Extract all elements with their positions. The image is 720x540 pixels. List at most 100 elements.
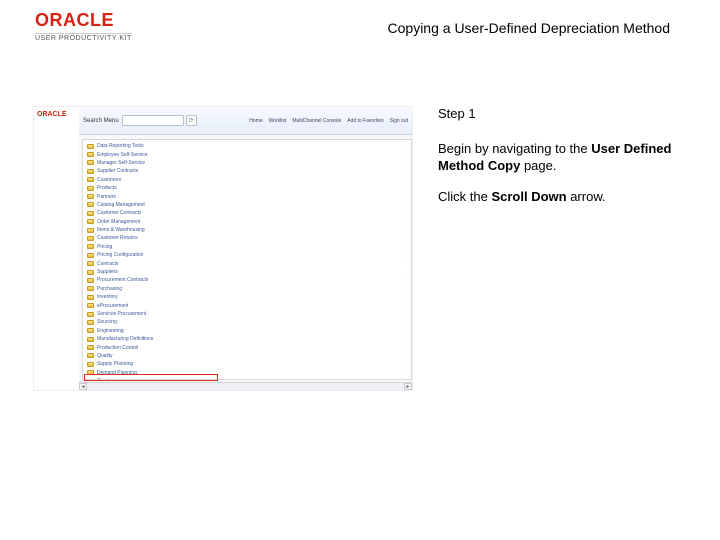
nav-tree-item-label: Products	[97, 185, 117, 191]
nav-tree-item[interactable]: Manager Self-Service·	[83, 159, 411, 167]
expand-icon[interactable]: ·	[400, 194, 401, 199]
folder-icon	[87, 261, 94, 266]
folder-icon	[87, 186, 94, 191]
folder-icon	[87, 211, 94, 216]
expand-icon[interactable]: ·	[400, 202, 401, 207]
expand-icon[interactable]: ·	[400, 362, 401, 367]
link-mcc[interactable]: MultiChannel Console	[292, 118, 341, 124]
expand-icon[interactable]: ·	[400, 244, 401, 249]
folder-icon	[87, 312, 94, 317]
expand-icon[interactable]: ·	[400, 211, 401, 216]
nav-tree-item-label: Manufacturing Definitions	[97, 336, 153, 342]
folder-icon	[87, 303, 94, 308]
nav-tree-item[interactable]: Customer Returns·	[83, 234, 411, 242]
folder-icon	[87, 320, 94, 325]
expand-icon[interactable]: ·	[400, 169, 401, 174]
expand-icon[interactable]: ·	[400, 219, 401, 224]
scroll-left-button[interactable]: ◄	[79, 383, 87, 390]
nav-tree-item[interactable]: Employee Self-Service·	[83, 150, 411, 158]
nav-tree-item[interactable]: Customer Contracts ·	[83, 209, 411, 217]
expand-icon[interactable]: ·	[400, 337, 401, 342]
link-worklist[interactable]: Worklist	[269, 118, 287, 124]
nav-tree-item-label: eProcurement	[97, 303, 128, 309]
folder-icon	[87, 253, 94, 258]
expand-icon[interactable]: ·	[400, 328, 401, 333]
folder-icon	[87, 286, 94, 291]
nav-tree-item[interactable]: Services Procurement·	[83, 310, 411, 318]
expand-icon[interactable]: ·	[400, 160, 401, 165]
link-signout[interactable]: Sign out	[390, 118, 408, 124]
nav-tree-item[interactable]: Order Management·	[83, 218, 411, 226]
search-go-button[interactable]: ⟳	[186, 115, 197, 126]
nav-toolbar: Search Menu ⟳ Home Worklist MultiChannel…	[79, 107, 412, 135]
expand-icon[interactable]: ·	[400, 177, 401, 182]
nav-tree-item[interactable]: Suppliers·	[83, 268, 411, 276]
nav-tree-item[interactable]: Partners·	[83, 192, 411, 200]
folder-icon	[87, 353, 94, 358]
expand-icon[interactable]: ·	[400, 186, 401, 191]
expand-icon[interactable]: ·	[400, 261, 401, 266]
nav-tree-item-label: Customer Contracts	[97, 210, 141, 216]
expand-icon[interactable]: ·	[400, 270, 401, 275]
folder-icon	[87, 144, 94, 149]
nav-tree-item-label: Supplier Contracts	[97, 168, 138, 174]
nav-tree-item[interactable]: Customers·	[83, 176, 411, 184]
nav-tree-item[interactable]: Procurement Contracts·	[83, 276, 411, 284]
nav-tree-item-label: Engineering	[97, 328, 124, 334]
instruction-line-1: Begin by navigating to the User Defined …	[438, 141, 680, 175]
nav-tree-item-label: Data Reporting Tools	[97, 143, 144, 149]
expand-icon[interactable]: ·	[400, 353, 401, 358]
search-input[interactable]	[122, 115, 184, 126]
nav-tree-item[interactable]: Manufacturing Definitions ·	[83, 335, 411, 343]
expand-icon[interactable]: ·	[400, 278, 401, 283]
nav-tree-item[interactable]: Supplier Contracts ·	[83, 167, 411, 175]
folder-icon	[87, 169, 94, 174]
expand-icon[interactable]: ·	[400, 236, 401, 241]
expand-icon[interactable]: ·	[400, 312, 401, 317]
expand-icon[interactable]: ·	[400, 253, 401, 258]
folder-icon	[87, 278, 94, 283]
nav-tree-item[interactable]: Supply Planning·	[83, 360, 411, 368]
nav-tree-item[interactable]: Data Reporting Tools ·	[83, 142, 411, 150]
folder-icon	[87, 160, 94, 165]
nav-tree-item[interactable]: Inventory·	[83, 293, 411, 301]
nav-tree-item[interactable]: Contracts ·	[83, 259, 411, 267]
nav-tree-item[interactable]: Pricing ·	[83, 243, 411, 251]
brand-block: ORACLE USER PRODUCTIVITY KIT	[35, 10, 132, 42]
expand-icon[interactable]: ·	[400, 345, 401, 350]
nav-tree-item[interactable]: eProcurement ·	[83, 301, 411, 309]
scroll-right-button[interactable]: ►	[404, 383, 412, 390]
step-label: Step 1	[438, 106, 680, 123]
expand-icon[interactable]: ·	[400, 228, 401, 233]
nav-tree-item[interactable]: Purchasing ·	[83, 285, 411, 293]
nav-tree-item-label: Sourcing	[97, 319, 117, 325]
link-fav[interactable]: Add to Favorites	[347, 118, 383, 124]
nav-tree[interactable]: Data Reporting Tools · Employee Self-Servi…	[82, 139, 412, 380]
nav-tree-item-label: Quality	[97, 353, 113, 359]
expand-icon[interactable]: ·	[400, 144, 401, 149]
expand-icon[interactable]: ·	[400, 320, 401, 325]
folder-icon	[87, 152, 94, 157]
nav-tree-item-label: Pricing	[97, 244, 112, 250]
link-home[interactable]: Home	[249, 118, 262, 124]
expand-icon[interactable]: ·	[400, 370, 401, 375]
folder-icon	[87, 228, 94, 233]
nav-tree-item[interactable]: Products ·	[83, 184, 411, 192]
header-links: Home Worklist MultiChannel Console Add t…	[249, 118, 408, 124]
nav-tree-item-label: Purchasing	[97, 286, 122, 292]
nav-tree-item[interactable]: Catalog Management·	[83, 201, 411, 209]
expand-icon[interactable]: ·	[400, 152, 401, 157]
mini-oracle-logo: ORACLE	[37, 111, 67, 118]
expand-icon[interactable]: ·	[400, 303, 401, 308]
nav-tree-item[interactable]: Sourcing ·	[83, 318, 411, 326]
nav-tree-item[interactable]: Items & Warehousing·	[83, 226, 411, 234]
nav-tree-item[interactable]: Pricing Configuration·	[83, 251, 411, 259]
horizontal-scrollbar[interactable]: ◄ ►	[79, 382, 412, 390]
nav-tree-item-label: Contracts	[97, 261, 118, 267]
expand-icon[interactable]: ·	[400, 286, 401, 291]
expand-icon[interactable]: ·	[400, 295, 401, 300]
nav-tree-item[interactable]: Production Control·	[83, 343, 411, 351]
nav-tree-item[interactable]: Quality ·	[83, 352, 411, 360]
nav-tree-item[interactable]: Engineering ·	[83, 327, 411, 335]
expand-icon[interactable]: ·	[400, 379, 401, 380]
